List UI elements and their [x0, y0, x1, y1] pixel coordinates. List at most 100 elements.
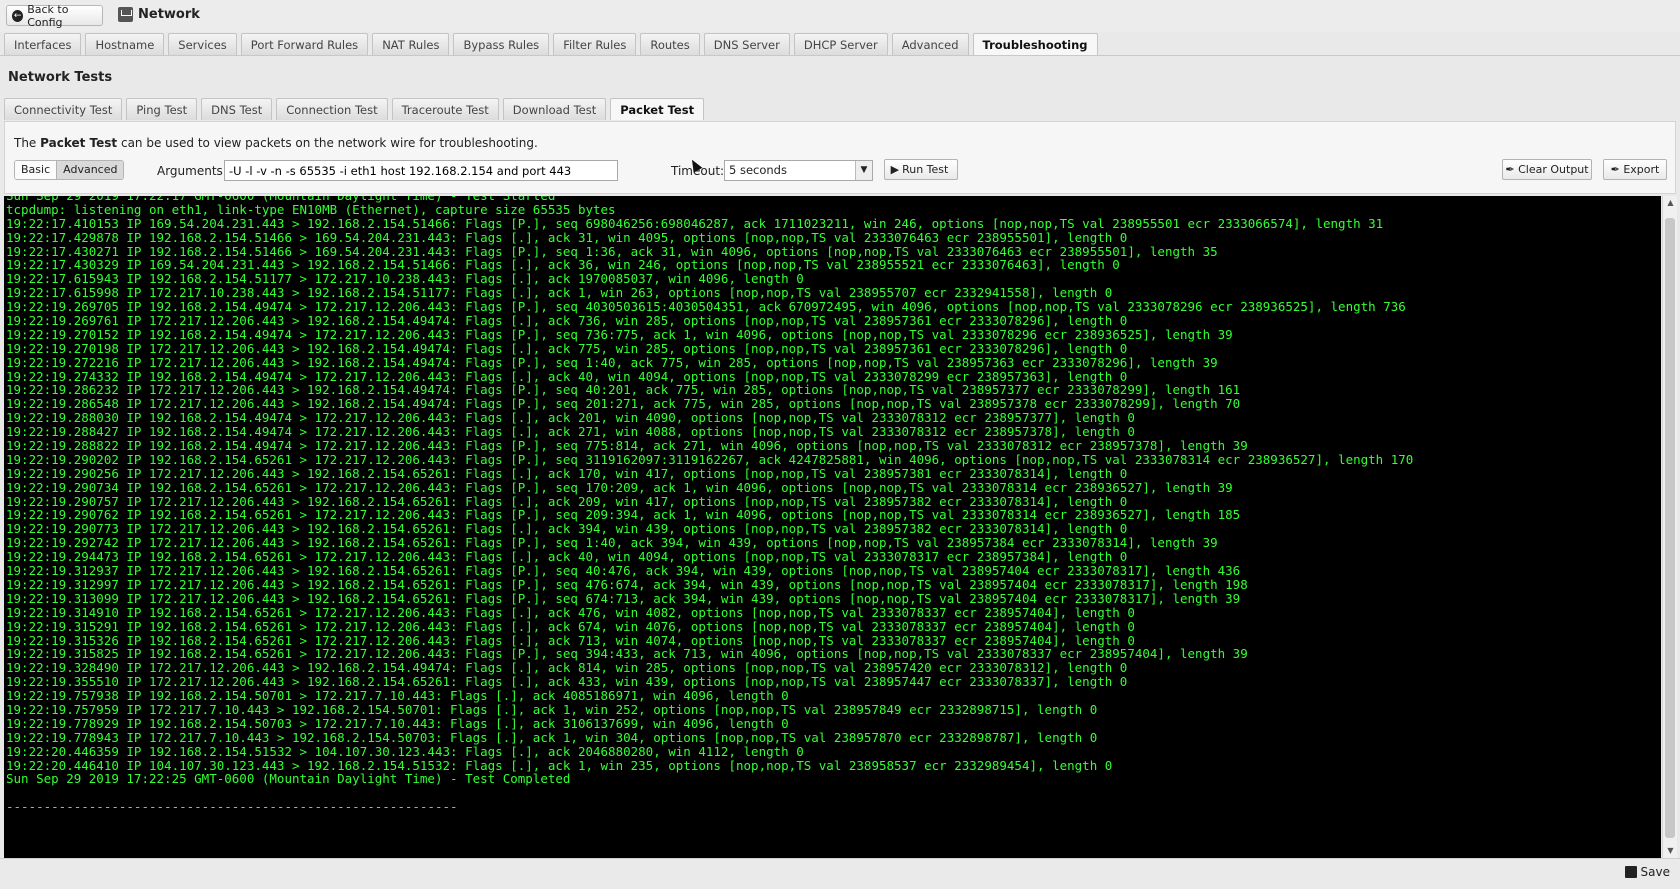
run-test-button[interactable]: ▶ Run Test — [884, 159, 958, 180]
output-line: 19:22:19.272216 IP 172.217.12.206.443 > … — [6, 354, 1218, 370]
output-line: 19:22:17.430271 IP 192.168.2.154.51466 >… — [6, 243, 1218, 259]
output-line: 19:22:19.315326 IP 192.168.2.154.65261 >… — [6, 632, 1135, 648]
output-line: 19:22:17.615998 IP 172.217.10.238.443 > … — [6, 285, 1113, 301]
export-label: Export — [1623, 163, 1660, 176]
arrow-left-icon: ← — [12, 9, 24, 22]
tab-dns-server[interactable]: DNS Server — [703, 33, 790, 55]
output-lines: Sun Sep 29 2019 17:22:17 GMT-0600 (Mount… — [6, 196, 1413, 814]
section-title: Network Tests — [8, 70, 113, 85]
packet-test-description: The Packet Test can be used to view pack… — [14, 136, 538, 150]
output-line: 19:22:19.312937 IP 172.217.12.206.443 > … — [6, 563, 1241, 579]
output-line: 19:22:19.290734 IP 192.168.2.154.65261 >… — [6, 479, 1233, 495]
timeout-value: 5 seconds — [729, 163, 787, 177]
tab-advanced[interactable]: Advanced — [891, 33, 969, 55]
back-to-config-button[interactable]: ← Back to Config — [6, 2, 103, 29]
output-line: 19:22:19.355510 IP 172.217.12.206.443 > … — [6, 674, 1128, 690]
run-test-label: Run Test — [902, 163, 949, 176]
tab-nat-rules[interactable]: NAT Rules — [372, 33, 450, 55]
output-console[interactable]: Sun Sep 29 2019 17:22:17 GMT-0600 (Mount… — [4, 196, 1661, 858]
tab-dhcp-server[interactable]: DHCP Server — [793, 33, 888, 55]
timeout-select[interactable]: 5 seconds ▼ — [724, 160, 873, 181]
test-tab-bar: Connectivity Test Ping Test DNS Test Connec… — [4, 98, 705, 120]
main-tab-bar: Interfaces Hostname Services Port Forward R… — [4, 33, 1098, 55]
output-line: 19:22:19.290773 IP 172.217.12.206.443 > … — [6, 521, 1128, 537]
scroll-down-icon[interactable]: ▼ — [1665, 846, 1676, 856]
chevron-down-icon[interactable]: ▼ — [855, 161, 872, 180]
eraser-icon: ✒ — [1505, 163, 1515, 176]
output-line: 19:22:19.313099 IP 172.217.12.206.443 > … — [6, 590, 1241, 606]
output-line: 19:22:19.312997 IP 172.217.12.206.443 > … — [6, 576, 1248, 592]
output-line: 19:22:17.430329 IP 169.54.204.231.443 > … — [6, 257, 1120, 273]
subtab-connection-test[interactable]: Connection Test — [276, 98, 388, 120]
clear-output-button[interactable]: ✒ Clear Output — [1502, 159, 1592, 180]
output-line: 19:22:17.410153 IP 169.54.204.231.443 > … — [6, 215, 1384, 231]
output-line: 19:22:19.290256 IP 172.217.12.206.443 > … — [6, 465, 1128, 481]
scroll-up-icon[interactable]: ▲ — [1665, 198, 1676, 208]
back-to-config-label: Back to Config — [27, 2, 69, 29]
output-line: 19:22:19.274332 IP 192.168.2.154.49474 >… — [6, 368, 1128, 384]
network-icon — [118, 7, 133, 22]
output-line: 19:22:19.288427 IP 192.168.2.154.49474 >… — [6, 424, 1135, 440]
tab-troubleshooting[interactable]: Troubleshooting — [972, 33, 1098, 55]
mode-toggle: Basic Advanced — [14, 160, 125, 180]
tab-interfaces[interactable]: Interfaces — [4, 33, 82, 55]
output-line: Sun Sep 29 2019 17:22:25 GMT-0600 (Mount… — [6, 771, 571, 787]
subtab-packet-test[interactable]: Packet Test — [610, 98, 705, 120]
output-line: 19:22:19.292742 IP 172.217.12.206.443 > … — [6, 535, 1218, 551]
output-line: 19:22:19.328490 IP 172.217.12.206.443 > … — [6, 660, 1128, 676]
output-line: 19:22:19.270198 IP 172.217.12.206.443 > … — [6, 340, 1128, 356]
output-line: 19:22:20.446410 IP 104.107.30.123.443 > … — [6, 757, 1113, 773]
top-bar: ← Back to Config Network — [0, 0, 1680, 32]
tab-routes[interactable]: Routes — [640, 33, 700, 55]
output-line: 19:22:17.615943 IP 192.168.2.154.51177 >… — [6, 271, 804, 287]
output-line: 19:22:19.314910 IP 192.168.2.154.65261 >… — [6, 604, 1135, 620]
export-icon: ✒ — [1610, 163, 1620, 176]
output-line: 19:22:19.757938 IP 192.168.2.154.50701 >… — [6, 688, 789, 704]
output-scrollbar[interactable]: ▲ ▼ — [1662, 196, 1677, 858]
output-line: 19:22:19.315291 IP 192.168.2.154.65261 >… — [6, 618, 1135, 634]
output-line: 19:22:19.294473 IP 192.168.2.154.65261 >… — [6, 549, 1128, 565]
output-line: 19:22:19.290757 IP 172.217.12.206.443 > … — [6, 493, 1128, 509]
app-title: Network — [118, 7, 200, 22]
export-button[interactable]: ✒ Export — [1603, 159, 1667, 180]
output-line: 19:22:19.269705 IP 192.168.2.154.49474 >… — [6, 299, 1406, 315]
output-line: 19:22:17.429878 IP 192.168.2.154.51466 >… — [6, 229, 1128, 245]
tab-filter-rules[interactable]: Filter Rules — [553, 33, 637, 55]
tab-port-forward-rules[interactable]: Port Forward Rules — [240, 33, 369, 55]
floppy-disk-icon — [1624, 866, 1637, 878]
output-line: 19:22:19.290762 IP 192.168.2.154.65261 >… — [6, 507, 1241, 523]
output-line: 19:22:19.270152 IP 192.168.2.154.49474 >… — [6, 326, 1233, 342]
subtab-ping-test[interactable]: Ping Test — [126, 98, 198, 120]
subtab-dns-test[interactable]: DNS Test — [201, 98, 273, 120]
tab-hostname[interactable]: Hostname — [85, 33, 165, 55]
mode-basic-button[interactable]: Basic — [15, 161, 57, 179]
tab-divider — [0, 55, 1680, 56]
output-line: 19:22:19.269761 IP 172.217.12.206.443 > … — [6, 313, 1128, 329]
output-line: ----------------------------------------… — [6, 799, 458, 815]
output-line: 19:22:19.757959 IP 172.217.7.10.443 > 19… — [6, 701, 1098, 717]
output-line: 19:22:19.778929 IP 192.168.2.154.50703 >… — [6, 715, 789, 731]
output-line: 19:22:19.778943 IP 172.217.7.10.443 > 19… — [6, 729, 1098, 745]
arguments-label: Arguments: — [157, 164, 227, 178]
output-line: 19:22:19.290202 IP 192.168.2.154.65261 >… — [6, 451, 1414, 467]
save-button[interactable]: Save — [1624, 865, 1670, 879]
mode-advanced-button[interactable]: Advanced — [56, 161, 124, 179]
arguments-input[interactable] — [224, 160, 618, 181]
subtab-connectivity-test[interactable]: Connectivity Test — [4, 98, 123, 120]
clear-output-label: Clear Output — [1518, 163, 1589, 176]
output-line: 19:22:19.288030 IP 192.168.2.154.49474 >… — [6, 410, 1135, 426]
tab-services[interactable]: Services — [168, 33, 237, 55]
subtab-download-test[interactable]: Download Test — [502, 98, 607, 120]
output-line: 19:22:20.446359 IP 192.168.2.154.51532 >… — [6, 743, 804, 759]
tab-bypass-rules[interactable]: Bypass Rules — [453, 33, 550, 55]
output-line: 19:22:19.286548 IP 172.217.12.206.443 > … — [6, 396, 1241, 412]
subtab-traceroute-test[interactable]: Traceroute Test — [391, 98, 499, 120]
output-line: 19:22:19.288822 IP 192.168.2.154.49474 >… — [6, 438, 1248, 454]
output-line: 19:22:19.286232 IP 172.217.12.206.443 > … — [6, 382, 1241, 398]
output-line: tcpdump: listening on eth1, link-type EN… — [6, 201, 616, 217]
output-line: 19:22:19.315825 IP 192.168.2.154.65261 >… — [6, 646, 1248, 662]
footer-bar: Save — [0, 858, 1680, 889]
save-label: Save — [1640, 865, 1670, 879]
scroll-thumb[interactable] — [1665, 218, 1675, 838]
